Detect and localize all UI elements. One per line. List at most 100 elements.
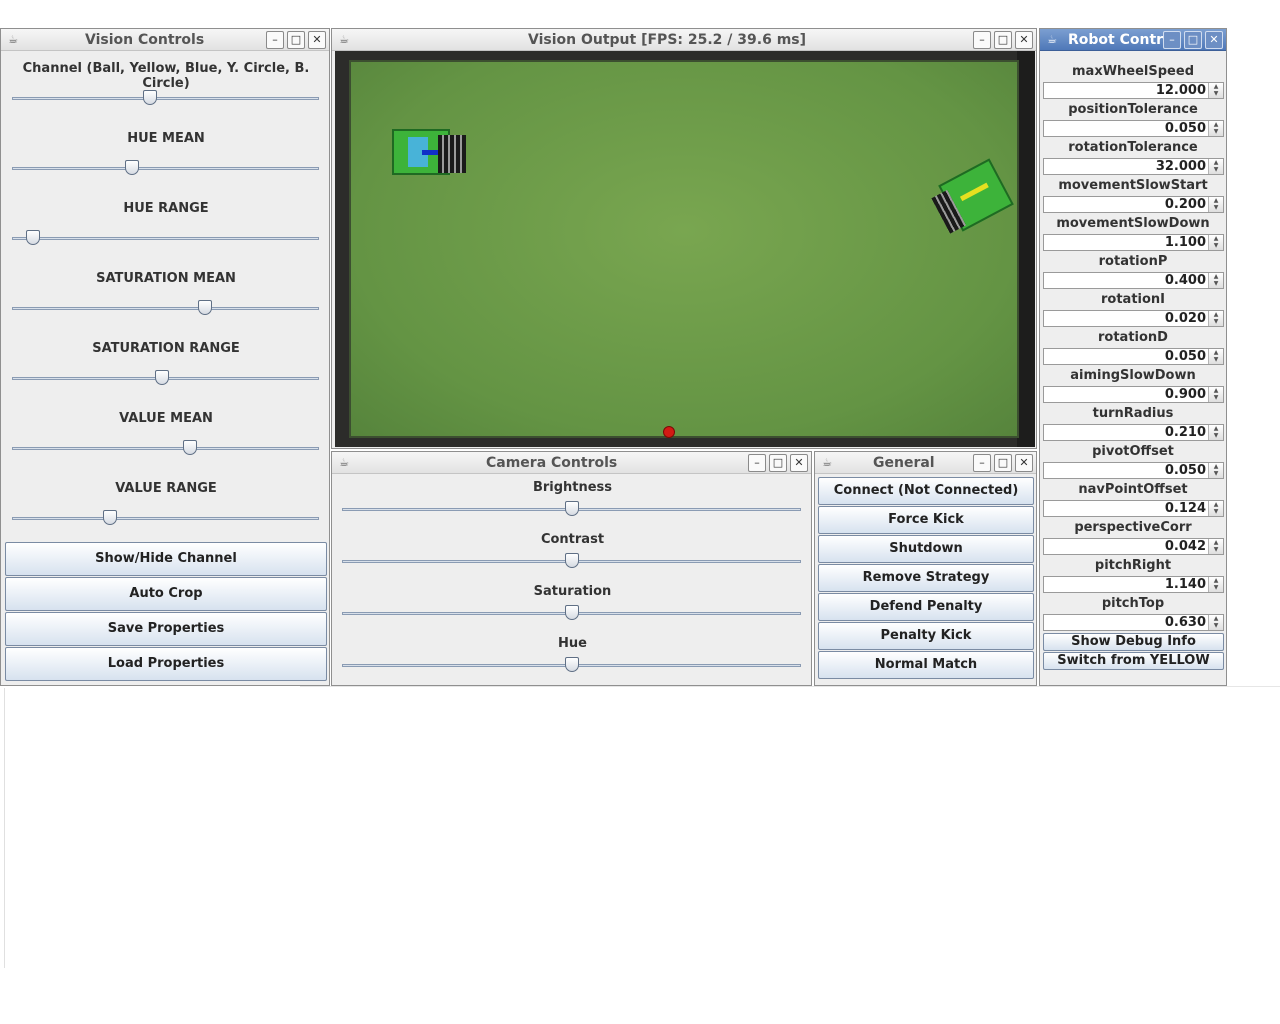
slider-track (12, 167, 319, 170)
spinner-arrows-icon[interactable]: ▲ ▼ (1208, 159, 1223, 174)
spinner-rotation-d[interactable]: 0.050 ▲ ▼ (1043, 348, 1224, 365)
spinner-pitch-top[interactable]: 0.630 ▲ ▼ (1043, 614, 1224, 631)
robot-wheels (438, 135, 466, 173)
slider-thumb[interactable] (183, 440, 198, 455)
load-properties-button[interactable]: Load Properties (5, 647, 327, 681)
java-app-icon[interactable]: ☕ (1044, 32, 1060, 48)
spinner-position-tolerance[interactable]: 0.050 ▲ ▼ (1043, 120, 1224, 137)
spinner-arrows-icon[interactable]: ▲ ▼ (1208, 197, 1223, 212)
save-properties-button[interactable]: Save Properties (5, 612, 327, 646)
ball (663, 426, 675, 438)
spinner-arrows-icon[interactable]: ▲ ▼ (1208, 425, 1223, 440)
normal-match-button[interactable]: Normal Match (818, 651, 1034, 679)
param-label-max-wheel-speed: maxWheelSpeed (1072, 64, 1194, 79)
slider-track (12, 517, 319, 520)
slider-thumb[interactable] (26, 230, 41, 245)
robot-controls-titlebar[interactable]: ☕ Robot Contr – □ ✕ (1040, 29, 1226, 51)
minimize-icon[interactable]: – (1163, 31, 1181, 49)
param-label-rotation-i: rotationI (1100, 292, 1166, 307)
slider-thumb[interactable] (564, 501, 579, 516)
spinner-rotation-tolerance[interactable]: 32.000 ▲ ▼ (1043, 158, 1224, 175)
vision-output-titlebar[interactable]: ☕ Vision Output [FPS: 25.2 / 39.6 ms] – … (332, 29, 1036, 51)
spinner-pitch-right[interactable]: 1.140 ▲ ▼ (1043, 576, 1224, 593)
close-icon[interactable]: ✕ (790, 454, 808, 472)
minimize-icon[interactable]: – (973, 454, 991, 472)
force-kick-button[interactable]: Force Kick (818, 506, 1034, 534)
spinner-arrows-icon[interactable]: ▲ ▼ (1208, 501, 1223, 516)
spinner-arrows-icon[interactable]: ▲ ▼ (1208, 83, 1223, 98)
spinner-pivot-offset[interactable]: 0.050 ▲ ▼ (1043, 462, 1224, 479)
window-title: Camera Controls (486, 455, 618, 471)
param-label-nav-point-offset: navPointOffset (1078, 482, 1188, 497)
spinner-value: 1.100 (1164, 235, 1206, 250)
spinner-arrows-icon[interactable]: ▲ ▼ (1208, 387, 1223, 402)
spinner-rotation-p[interactable]: 0.400 ▲ ▼ (1043, 272, 1224, 289)
param-label-pitch-right: pitchRight (1094, 558, 1172, 573)
spinner-arrows-icon[interactable]: ▲ ▼ (1208, 273, 1223, 288)
switch-team-button[interactable]: Switch from YELLOW (1043, 652, 1224, 670)
close-icon[interactable]: ✕ (1015, 31, 1033, 49)
general-window: ☕ General – □ ✕ Connect (Not Connected) … (814, 451, 1037, 686)
spinner-rotation-i[interactable]: 0.020 ▲ ▼ (1043, 310, 1224, 327)
robot-controls-window: ☕ Robot Contr – □ ✕ maxWheelSpeed 12.000… (1039, 28, 1227, 686)
spinner-movement-slow-down[interactable]: 1.100 ▲ ▼ (1043, 234, 1224, 251)
java-app-icon[interactable]: ☕ (819, 455, 835, 471)
param-label-turn-radius: turnRadius (1092, 406, 1174, 421)
spinner-nav-point-offset[interactable]: 0.124 ▲ ▼ (1043, 500, 1224, 517)
spinner-perspective-corr[interactable]: 0.042 ▲ ▼ (1043, 538, 1224, 555)
slider-track (12, 307, 319, 310)
spinner-turn-radius[interactable]: 0.210 ▲ ▼ (1043, 424, 1224, 441)
show-hide-channel-button[interactable]: Show/Hide Channel (5, 542, 327, 576)
spinner-value: 0.050 (1164, 121, 1206, 136)
spinner-arrows-icon[interactable]: ▲ ▼ (1208, 539, 1223, 554)
maximize-icon[interactable]: □ (994, 454, 1012, 472)
spinner-movement-slow-start[interactable]: 0.200 ▲ ▼ (1043, 196, 1224, 213)
close-icon[interactable]: ✕ (308, 31, 326, 49)
general-titlebar[interactable]: ☕ General – □ ✕ (815, 452, 1036, 474)
minimize-icon[interactable]: – (266, 31, 284, 49)
spinner-max-wheel-speed[interactable]: 12.000 ▲ ▼ (1043, 82, 1224, 99)
spinner-arrows-icon[interactable]: ▲ ▼ (1208, 235, 1223, 250)
maximize-icon[interactable]: □ (769, 454, 787, 472)
maximize-icon[interactable]: □ (287, 31, 305, 49)
slider-thumb[interactable] (564, 553, 579, 568)
remove-strategy-button[interactable]: Remove Strategy (818, 564, 1034, 592)
java-app-icon[interactable]: ☕ (5, 32, 21, 48)
close-icon[interactable]: ✕ (1205, 31, 1223, 49)
connect-button[interactable]: Connect (Not Connected) (818, 477, 1034, 505)
defend-penalty-button[interactable]: Defend Penalty (818, 593, 1034, 621)
minimize-icon[interactable]: – (748, 454, 766, 472)
pitch-wall (1017, 51, 1035, 447)
penalty-kick-button[interactable]: Penalty Kick (818, 622, 1034, 650)
show-debug-info-button[interactable]: Show Debug Info (1043, 633, 1224, 651)
slider-thumb[interactable] (143, 90, 158, 105)
spinner-value: 0.124 (1164, 501, 1206, 516)
slider-thumb[interactable] (124, 160, 139, 175)
camera-feed[interactable] (335, 51, 1035, 447)
spinner-value: 0.050 (1164, 463, 1206, 478)
slider-thumb[interactable] (198, 300, 213, 315)
brightness-label: Brightness (532, 480, 613, 495)
slider-thumb[interactable] (564, 605, 579, 620)
auto-crop-button[interactable]: Auto Crop (5, 577, 327, 611)
spinner-arrows-icon[interactable]: ▲ ▼ (1208, 349, 1223, 364)
spinner-aiming-slow-down[interactable]: 0.900 ▲ ▼ (1043, 386, 1224, 403)
spinner-value: 0.042 (1164, 539, 1206, 554)
spinner-arrows-icon[interactable]: ▲ ▼ (1208, 615, 1223, 630)
spinner-arrows-icon[interactable]: ▲ ▼ (1208, 121, 1223, 136)
slider-thumb[interactable] (103, 510, 118, 525)
java-app-icon[interactable]: ☕ (336, 32, 352, 48)
spinner-arrows-icon[interactable]: ▲ ▼ (1208, 311, 1223, 326)
java-app-icon[interactable]: ☕ (336, 455, 352, 471)
maximize-icon[interactable]: □ (1184, 31, 1202, 49)
minimize-icon[interactable]: – (973, 31, 991, 49)
camera-controls-titlebar[interactable]: ☕ Camera Controls – □ ✕ (332, 452, 811, 474)
spinner-arrows-icon[interactable]: ▲ ▼ (1208, 463, 1223, 478)
shutdown-button[interactable]: Shutdown (818, 535, 1034, 563)
slider-thumb[interactable] (564, 657, 579, 672)
maximize-icon[interactable]: □ (994, 31, 1012, 49)
spinner-arrows-icon[interactable]: ▲ ▼ (1208, 577, 1223, 592)
slider-thumb[interactable] (155, 370, 170, 385)
vision-controls-titlebar[interactable]: ☕ Vision Controls – □ ✕ (1, 29, 329, 51)
close-icon[interactable]: ✕ (1015, 454, 1033, 472)
